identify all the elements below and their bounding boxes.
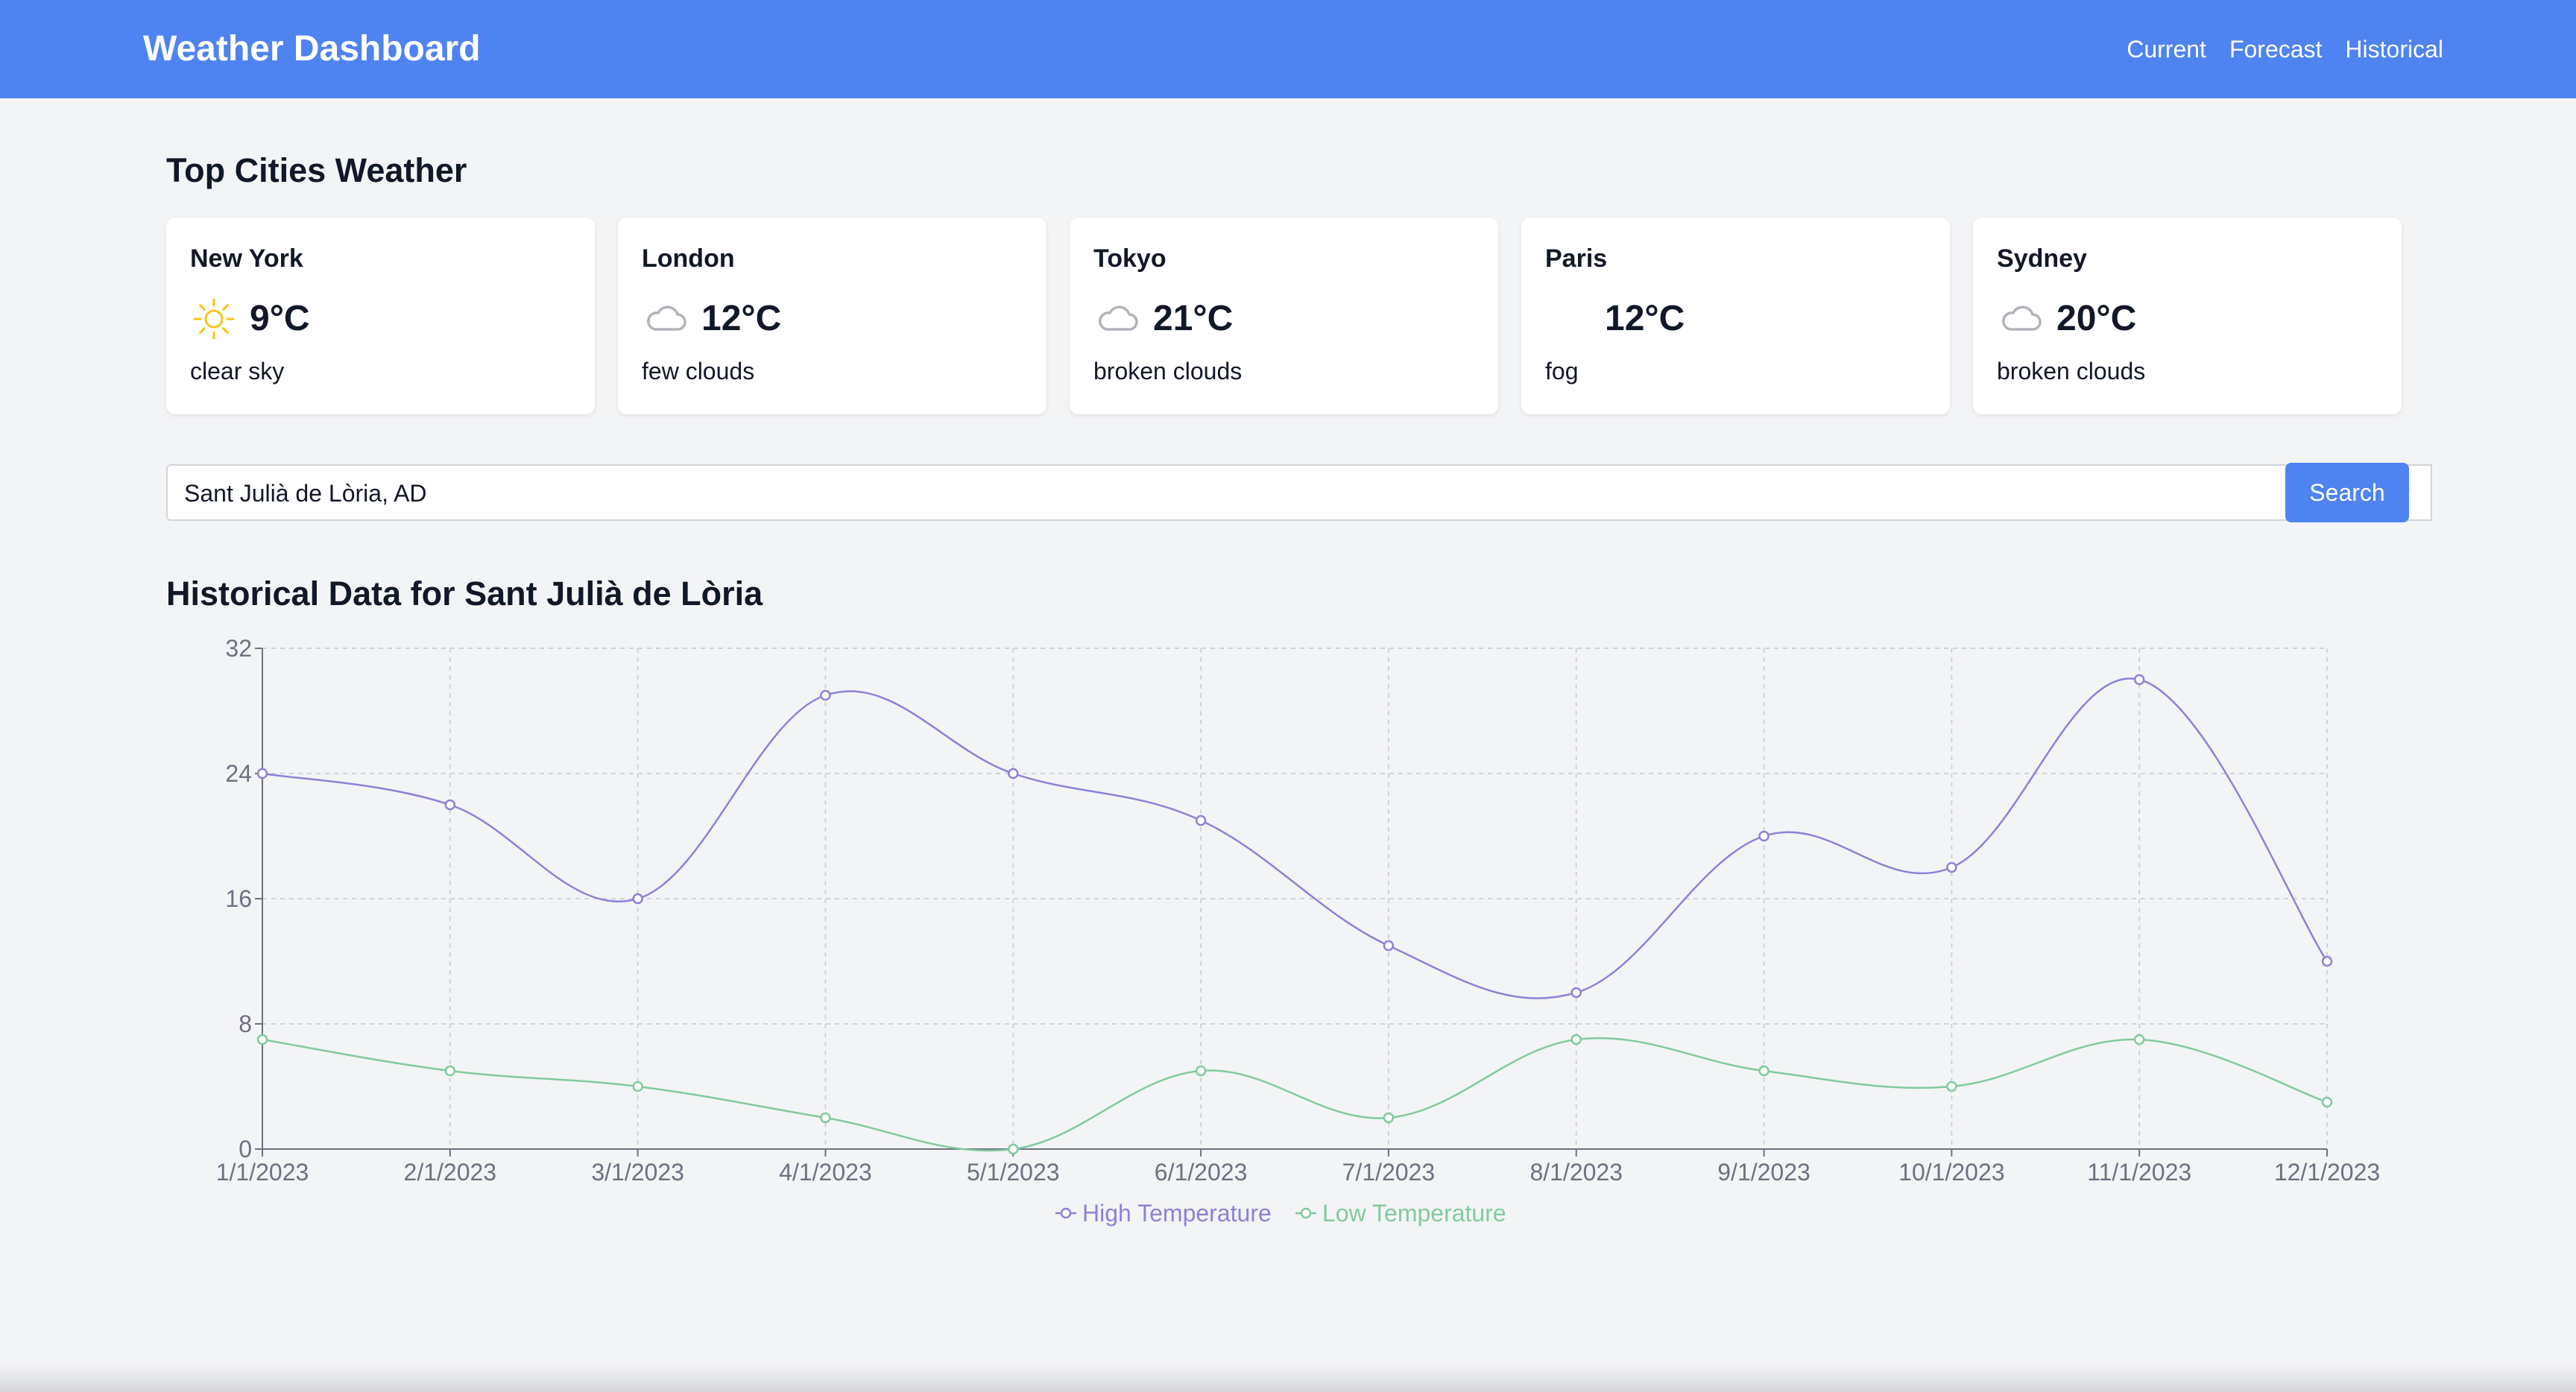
chart-legend: High Temperature Low Temperature	[1055, 1200, 1506, 1227]
y-tick-label: 24	[225, 760, 252, 787]
x-tick-label: 5/1/2023	[967, 1159, 1060, 1186]
chart-series	[256, 674, 2333, 1155]
sun-icon	[190, 295, 238, 343]
city-name: London	[642, 244, 735, 273]
city-condition: broken clouds	[1093, 358, 1243, 385]
city-search-select[interactable]: Sant Julià de Lòria, AD ✕	[166, 464, 2432, 521]
historical-temperature-chart: 081624321/1/2023 2/1/2023 3/1/2023 4/1/2023…	[216, 635, 2380, 1227]
low-temperature-point	[1758, 1065, 1770, 1077]
city-temperature: 12°C	[1605, 299, 1685, 338]
high-temperature-point	[632, 893, 643, 905]
y-tick-label: 8	[239, 1010, 252, 1037]
low-temperature-point	[1195, 1065, 1207, 1077]
low-temperature-point	[256, 1034, 268, 1045]
x-tick-label: 1/1/2023	[216, 1159, 309, 1186]
high-temperature-point	[1195, 814, 1207, 826]
main-nav: Current Forecast Historical	[2127, 33, 2443, 66]
low-legend-label: Low Temperature	[1322, 1200, 1506, 1227]
nav-current-link[interactable]: Current	[2127, 33, 2206, 66]
x-tick-label: 6/1/2023	[1155, 1159, 1248, 1186]
low-temperature-point	[444, 1065, 456, 1077]
high-temperature-line	[262, 677, 2329, 999]
low-temperature-point	[1008, 1143, 1019, 1155]
x-tick-label: 7/1/2023	[1342, 1159, 1436, 1186]
high-temperature-point	[2133, 674, 2145, 686]
high-temperature-point	[1008, 768, 1019, 779]
city-temperature: 21°C	[1153, 299, 1234, 338]
city-cards: New York 9°C clear sky London 12°C few c…	[166, 218, 2402, 414]
city-card-london: London 12°C few clouds	[618, 218, 1046, 414]
city-card-sydney: Sydney 20°C broken clouds	[1973, 218, 2402, 414]
nav-forecast-link[interactable]: Forecast	[2229, 33, 2322, 66]
x-tick-label: 11/1/2023	[2087, 1159, 2191, 1186]
city-card-new-york: New York 9°C clear sky	[166, 218, 595, 414]
high-temperature-point	[1383, 940, 1395, 952]
city-name: Sydney	[1997, 244, 2087, 273]
chart-axes: 081624321/1/2023 2/1/2023 3/1/2023 4/1/2023…	[216, 635, 2380, 1186]
high-temperature-point	[820, 689, 831, 701]
city-condition: few clouds	[642, 358, 755, 385]
low-temperature-point	[632, 1081, 643, 1092]
high-temperature-point	[2321, 955, 2333, 967]
low-temperature-point	[2133, 1034, 2145, 1045]
high-temperature-point	[1946, 861, 1957, 873]
y-tick-label: 32	[225, 635, 252, 662]
x-tick-label: 8/1/2023	[1530, 1159, 1623, 1186]
high-legend-marker-icon	[1060, 1207, 1072, 1219]
low-temperature-point	[1383, 1112, 1395, 1124]
top-navbar: Weather Dashboard Current Forecast Histo…	[0, 0, 2576, 98]
high-temperature-point	[444, 799, 456, 811]
city-condition: clear sky	[190, 358, 285, 385]
high-temperature-point	[1570, 987, 1582, 999]
historical-heading: Historical Data for Sant Julià de Lòria	[166, 575, 763, 613]
chart-grid	[262, 648, 2328, 1150]
city-name: Paris	[1545, 244, 1608, 273]
high-legend-label: High Temperature	[1082, 1200, 1272, 1227]
high-temperature-point	[1758, 830, 1770, 842]
cloud-icon	[1093, 295, 1141, 343]
x-tick-label: 9/1/2023	[1717, 1159, 1811, 1186]
city-card-paris: Paris 12°C fog	[1521, 218, 1950, 414]
low-temperature-line	[262, 1037, 2328, 1152]
app-title: Weather Dashboard	[143, 29, 481, 69]
x-tick-label: 12/1/2023	[2274, 1159, 2380, 1186]
y-tick-label: 16	[225, 885, 252, 912]
city-temperature: 9°C	[250, 299, 310, 338]
low-temperature-point	[1570, 1034, 1582, 1045]
city-temperature: 20°C	[2056, 299, 2137, 338]
low-legend-marker-icon	[1300, 1207, 1312, 1219]
window-bottom-shadow	[0, 1362, 2576, 1392]
x-tick-label: 10/1/2023	[1898, 1159, 2004, 1186]
cloud-icon	[642, 295, 689, 343]
search-button[interactable]: Search	[2285, 463, 2409, 522]
city-card-tokyo: Tokyo 21°C broken clouds	[1070, 218, 1498, 414]
top-cities-heading: Top Cities Weather	[166, 151, 467, 189]
city-name: Tokyo	[1093, 244, 1167, 273]
low-temperature-point	[2321, 1096, 2333, 1108]
cloud-icon	[1997, 295, 2045, 343]
low-temperature-point	[820, 1112, 831, 1124]
fog-icon	[1545, 295, 1593, 343]
city-name: New York	[190, 244, 303, 273]
nav-historical-link[interactable]: Historical	[2345, 33, 2443, 66]
city-condition: fog	[1545, 358, 1579, 385]
selected-city-value[interactable]: Sant Julià de Lòria, AD	[184, 478, 427, 509]
low-temperature-point	[1946, 1081, 1957, 1092]
city-condition: broken clouds	[1997, 358, 2146, 385]
x-tick-label: 4/1/2023	[779, 1159, 872, 1186]
x-tick-label: 2/1/2023	[404, 1159, 497, 1186]
x-tick-label: 3/1/2023	[591, 1159, 684, 1186]
high-temperature-point	[256, 768, 268, 779]
city-temperature: 12°C	[701, 299, 782, 338]
